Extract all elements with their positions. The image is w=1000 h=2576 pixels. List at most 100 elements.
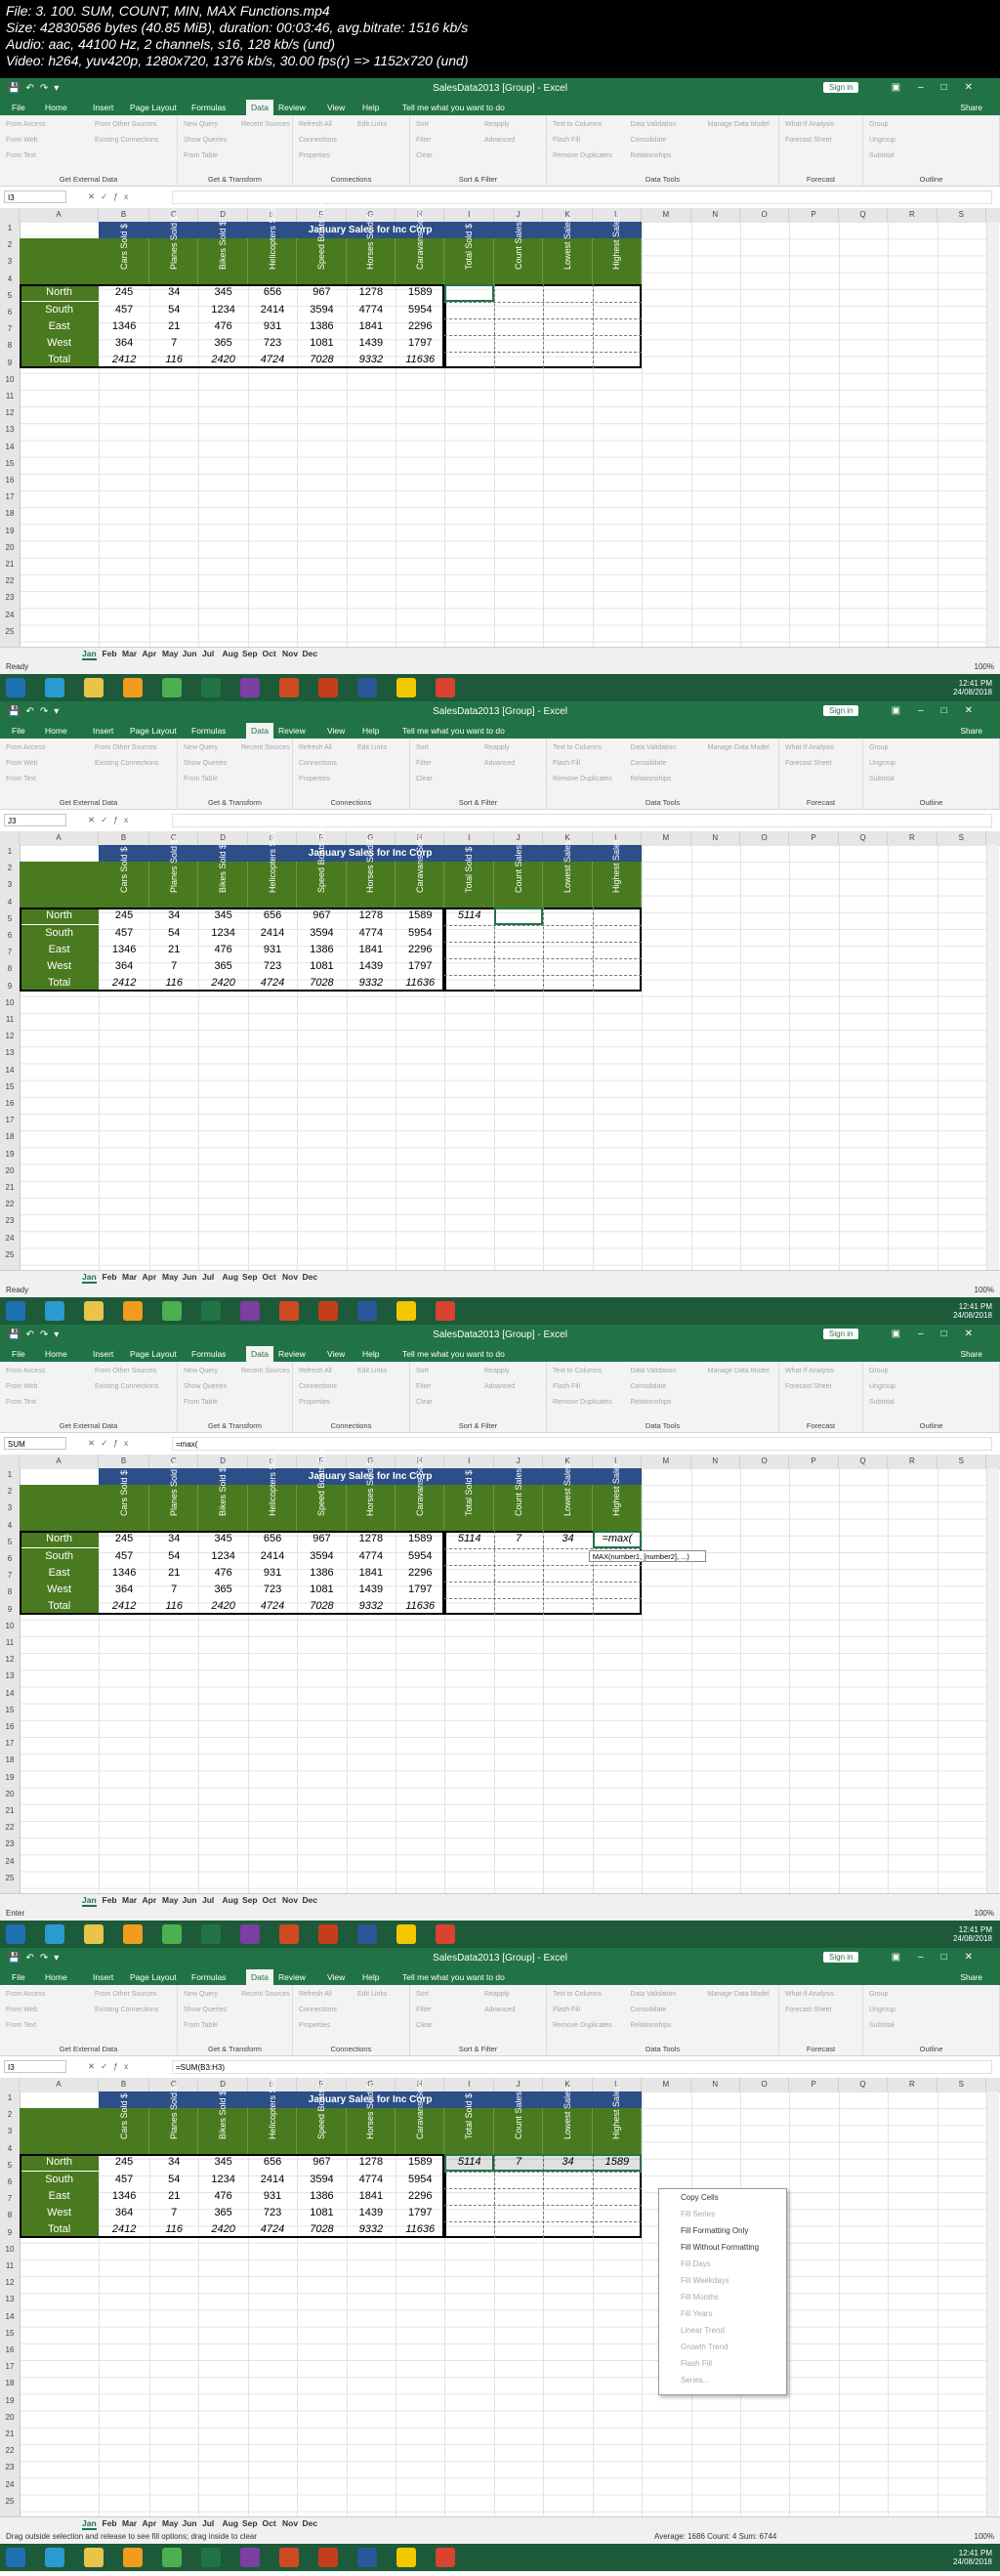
row-header-17[interactable]: 17 [0,492,20,501]
row-header-19[interactable]: 19 [0,2396,20,2405]
name-box[interactable]: I3 [4,2060,66,2073]
tab-insert[interactable]: Insert [93,726,113,736]
window-controls[interactable]: ▣–□✕ [892,82,990,93]
ribbon-button-ungroup[interactable]: Ungroup [869,1383,896,1390]
ribbon-button-flash-fill[interactable]: Flash Fill [553,137,580,144]
row-header-11[interactable]: 11 [0,1638,20,1647]
ribbon-button-from-other-sources[interactable]: From Other Sources [95,121,156,128]
sheet-tab-feb[interactable]: Feb [103,649,117,658]
ribbon-button-data-validation[interactable]: Data Validation [630,744,676,751]
ribbon-button-existing-connections[interactable]: Existing Connections [95,1383,158,1390]
media-icon[interactable] [123,1301,143,1321]
row-header-3[interactable]: 3 [0,2127,20,2135]
row-header-24[interactable]: 24 [0,611,20,619]
row-header-8[interactable]: 8 [0,341,20,350]
ribbon-button-consolidate[interactable]: Consolidate [630,1383,666,1390]
row-header-23[interactable]: 23 [0,1216,20,1225]
row-header-18[interactable]: 18 [0,1755,20,1764]
ribbon-button-text-to-columns[interactable]: Text to Columns [553,1991,602,1998]
ribbon-button-sort[interactable]: Sort [416,1991,429,1998]
powerpoint-icon[interactable] [318,1924,338,1944]
ribbon-button-connections[interactable]: Connections [299,760,337,767]
active-cell[interactable] [493,908,544,925]
ribbon-button-forecast-sheet[interactable]: Forecast Sheet [785,137,831,144]
ribbon-button-subtotal[interactable]: Subtotal [869,152,895,159]
ribbon-button-group[interactable]: Group [869,744,888,751]
zoom-level[interactable]: 100% [975,2532,994,2541]
column-header-M[interactable]: M [642,2078,691,2091]
sheet-tab-mar[interactable]: Mar [122,649,137,658]
row-header-25[interactable]: 25 [0,1250,20,1259]
tab-help[interactable]: Help [362,103,379,112]
row-header-8[interactable]: 8 [0,1587,20,1596]
sheet-tab-mar[interactable]: Mar [122,2518,137,2528]
column-header-Q[interactable]: Q [839,1455,889,1468]
column-header-B[interactable]: B [99,831,149,845]
start-icon[interactable] [6,1301,25,1321]
outlook-icon[interactable] [279,2548,299,2567]
column-header-R[interactable]: R [888,208,938,222]
row-header-21[interactable]: 21 [0,1806,20,1815]
camtasia-icon[interactable] [436,1924,455,1944]
sign-in-button[interactable]: Sign in [823,82,859,93]
formula-input[interactable] [172,190,992,204]
row-header-11[interactable]: 11 [0,2261,20,2270]
column-header-J[interactable]: J [494,2078,544,2091]
powerpoint-icon[interactable] [318,2548,338,2567]
select-all-corner[interactable] [0,2078,20,2091]
column-header-S[interactable]: S [938,208,986,222]
tab-page-layout[interactable]: Page Layout [130,726,177,736]
sheet-tab-dec[interactable]: Dec [303,1895,318,1905]
sheet-tab-jul[interactable]: Jul [202,1895,214,1905]
context-item-growth-trend[interactable]: Growth Trend [681,2343,728,2351]
sheet-tab-apr[interactable]: Apr [143,1272,157,1282]
sheet-tab-jan[interactable]: Jan [82,1272,97,1284]
column-header-J[interactable]: J [494,208,544,222]
column-header-M[interactable]: M [642,1455,691,1468]
row-header-19[interactable]: 19 [0,1773,20,1782]
ribbon-button-properties[interactable]: Properties [299,776,330,782]
ribbon-button-refresh-all[interactable]: Refresh All [299,744,332,751]
column-header-J[interactable]: J [494,831,544,845]
context-item-series-[interactable]: Series... [681,2376,709,2385]
row-header-25[interactable]: 25 [0,2497,20,2506]
active-cell[interactable] [444,284,494,302]
context-item-fill-weekdays[interactable]: Fill Weekdays [681,2276,729,2285]
ribbon-button-from-web[interactable]: From Web [6,2006,38,2013]
row-header-16[interactable]: 16 [0,1722,20,1731]
row-header-5[interactable]: 5 [0,914,20,923]
column-header-P[interactable]: P [789,2078,839,2091]
sign-in-button[interactable]: Sign in [823,1329,859,1339]
vertical-scrollbar[interactable] [986,222,999,647]
ribbon-button-remove-duplicates[interactable]: Remove Duplicates [553,152,612,159]
tab-file[interactable]: File [12,103,25,112]
row-header-17[interactable]: 17 [0,1739,20,1748]
column-header-N[interactable]: N [691,831,740,845]
vertical-scrollbar[interactable] [986,2091,999,2516]
ribbon-button-what-if-analysis[interactable]: What-If Analysis [785,1368,834,1374]
row-header-22[interactable]: 22 [0,2446,20,2455]
ribbon-button-ungroup[interactable]: Ungroup [869,760,896,767]
row-header-13[interactable]: 13 [0,1671,20,1680]
column-header-Q[interactable]: Q [839,208,889,222]
row-header-14[interactable]: 14 [0,443,20,451]
share-button[interactable]: Share [960,1349,982,1359]
ie-icon[interactable] [45,678,64,697]
explorer-icon[interactable] [84,1924,104,1944]
sticky-icon[interactable] [396,1301,416,1321]
row-header-12[interactable]: 12 [0,2278,20,2287]
row-header-13[interactable]: 13 [0,2295,20,2303]
ribbon-button-refresh-all[interactable]: Refresh All [299,121,332,128]
row-header-9[interactable]: 9 [0,359,20,367]
sheet-tab-dec[interactable]: Dec [303,2518,318,2528]
ribbon-button-recent-sources[interactable]: Recent Sources [241,121,290,128]
ribbon-button-connections[interactable]: Connections [299,2006,337,2013]
ribbon-button-flash-fill[interactable]: Flash Fill [553,2006,580,2013]
ribbon-button-consolidate[interactable]: Consolidate [630,137,666,144]
row-header-6[interactable]: 6 [0,2177,20,2186]
row-header-9[interactable]: 9 [0,2228,20,2237]
word-icon[interactable] [357,1924,377,1944]
row-header-14[interactable]: 14 [0,2312,20,2321]
column-header-O[interactable]: O [740,1455,790,1468]
column-header-R[interactable]: R [888,1455,938,1468]
